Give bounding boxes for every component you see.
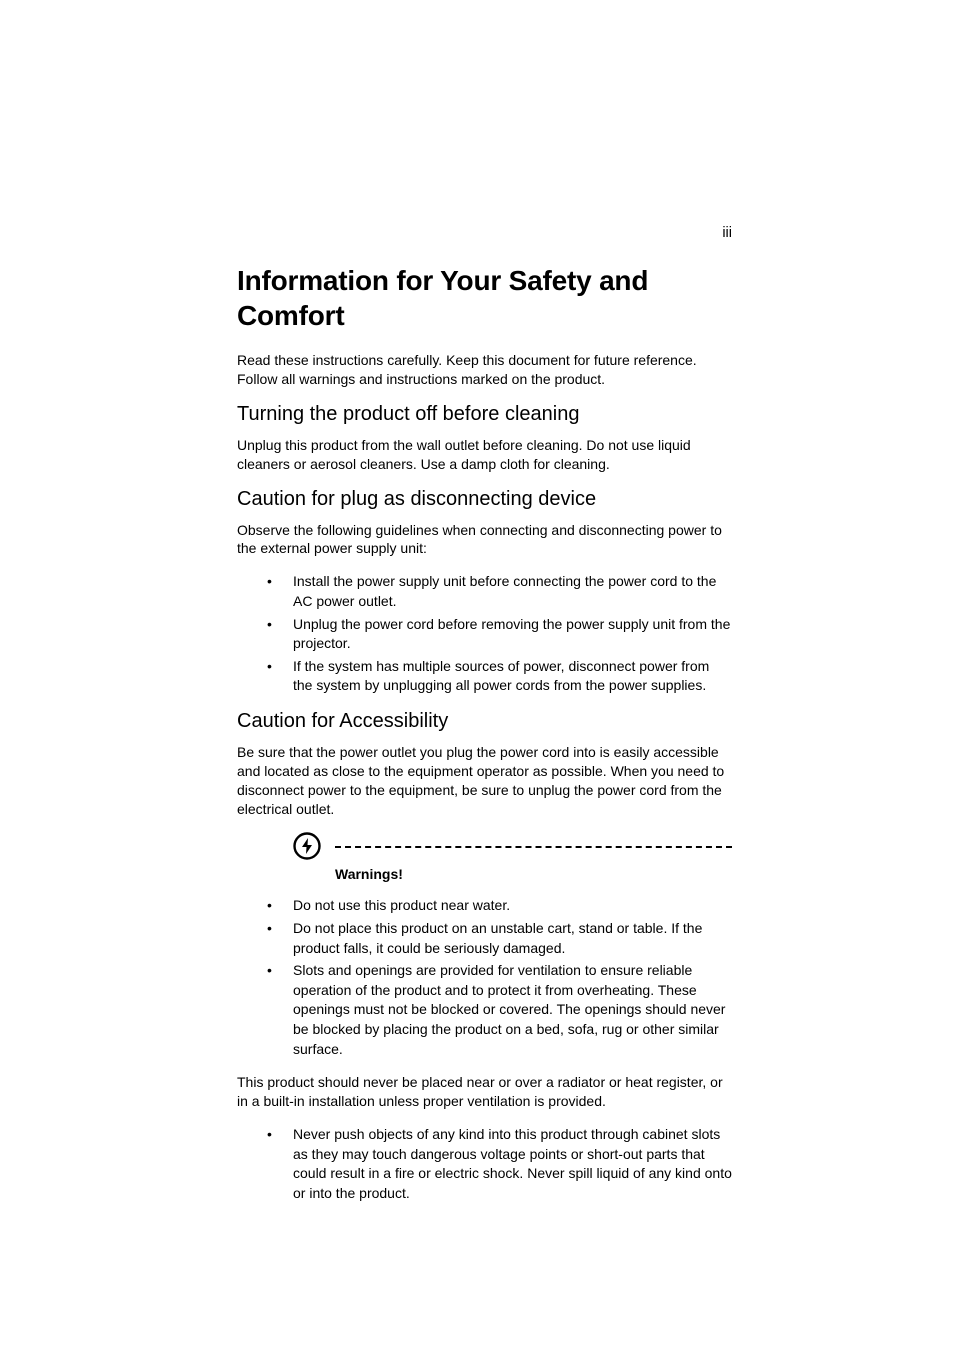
list-item: Do not place this product on an unstable…	[237, 919, 732, 958]
section-heading: Caution for Accessibility	[237, 710, 732, 733]
section-heading: Turning the product off before cleaning	[237, 403, 732, 426]
list-item: Install the power supply unit before con…	[237, 572, 732, 611]
list-item: Unplug the power cord before removing th…	[237, 615, 732, 654]
list-item: Never push objects of any kind into this…	[237, 1125, 732, 1203]
list-item: Do not use this product near water.	[237, 896, 732, 916]
bullet-list: Never push objects of any kind into this…	[237, 1125, 732, 1203]
intro-paragraph: Read these instructions carefully. Keep …	[237, 351, 732, 389]
warning-block: Warnings!	[293, 832, 732, 882]
section-body: Observe the following guidelines when co…	[237, 521, 732, 559]
section-body: Unplug this product from the wall outlet…	[237, 436, 732, 474]
list-item: If the system has multiple sources of po…	[237, 657, 732, 696]
warning-paragraph: This product should never be placed near…	[237, 1073, 732, 1111]
page-title: Information for Your Safety and Comfort	[237, 263, 732, 333]
lightning-icon	[293, 832, 321, 860]
warning-label: Warnings!	[335, 866, 732, 882]
section-body: Be sure that the power outlet you plug t…	[237, 743, 732, 819]
document-page: iii Information for Your Safety and Comf…	[0, 0, 954, 1350]
bullet-list: Install the power supply unit before con…	[237, 572, 732, 696]
warning-row	[293, 832, 732, 860]
page-number: iii	[722, 225, 732, 241]
bullet-list: Do not use this product near water. Do n…	[237, 896, 732, 1059]
section-heading: Caution for plug as disconnecting device	[237, 488, 732, 511]
dashed-rule	[335, 846, 732, 848]
list-item: Slots and openings are provided for vent…	[237, 961, 732, 1059]
